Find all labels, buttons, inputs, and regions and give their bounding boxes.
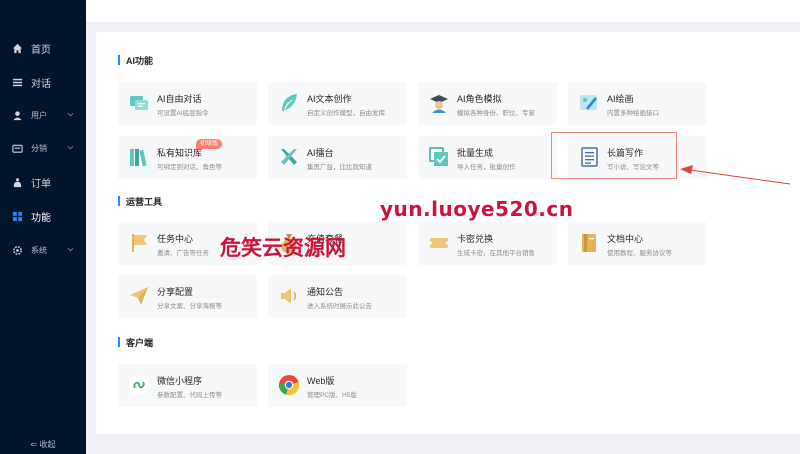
apps-icon	[11, 210, 23, 222]
sidebar-item-label: 用户	[31, 110, 47, 120]
version-badge: 初级版	[196, 139, 223, 149]
card-desc: 可设置AI底层指令	[157, 110, 209, 117]
card-ai-writing[interactable]: AI文本创作 自定义创作模型，自由发挥	[268, 82, 407, 125]
card-desc: 生成卡密，在其他平台销售	[457, 250, 535, 257]
card-web-version[interactable]: Web版 管理PC版、H5版	[268, 364, 407, 407]
graduate-icon	[430, 95, 448, 113]
browser-icon	[278, 375, 299, 396]
user-icon	[11, 109, 23, 121]
paint-icon	[580, 95, 597, 110]
sidebar-item-label: 系统	[31, 245, 47, 255]
section-accent-bar	[118, 196, 120, 206]
watermark-text: 危笑云资源网	[220, 236, 346, 260]
card-desc: 使用教程、服务协议等	[607, 250, 672, 257]
card-title: 任务中心	[157, 234, 194, 244]
home-icon	[11, 42, 23, 54]
sidebar-item-label: 首页	[31, 44, 51, 56]
chevron-down-icon	[67, 247, 74, 252]
card-title: AI角色模拟	[457, 94, 502, 104]
section-accent-bar	[118, 55, 120, 65]
main-panel: AI功能 AI自由对话 可设置AI底层指令 AI文本创作 自定义创作模型，自由发…	[96, 32, 800, 434]
highlight-box	[551, 132, 677, 179]
card-desc: 模拟各种身份、职位、专家	[457, 110, 535, 117]
card-title: 分享配置	[157, 287, 194, 297]
section-title-text: AI功能	[126, 55, 154, 66]
section-title-text: 运营工具	[126, 196, 163, 207]
card-knowledge-base[interactable]: 私有知识库 可绑定到对话、角色等 初级版	[118, 136, 257, 179]
sidebar-item-label: 功能	[31, 212, 51, 224]
card-desc: 内置多种绘画接口	[607, 110, 659, 117]
sidebar-item-orders[interactable]: 订单	[0, 167, 86, 197]
flag-icon	[132, 234, 147, 252]
books-icon	[130, 149, 147, 167]
section-title-clients: 客户端	[118, 336, 153, 348]
card-doc-center[interactable]: 文档中心 使用教程、服务协议等	[568, 222, 707, 265]
sidebar-item-features[interactable]: 功能	[0, 201, 86, 231]
card-announcement[interactable]: 通知公告 进入系统时展示此公告	[268, 275, 407, 318]
card-title: 批量生成	[457, 148, 494, 158]
watermark-url: yun.luoye520.cn	[380, 197, 574, 221]
card-desc: 自定义创作模型，自由发挥	[307, 110, 385, 117]
sidebar-item-distribution[interactable]: 分销	[0, 133, 86, 163]
card-desc: 进入系统时展示此公告	[307, 303, 372, 310]
card-desc: 邀请、广告等任务	[157, 250, 209, 257]
sidebar-item-users[interactable]: 用户	[0, 100, 86, 130]
crossed-swords-icon	[281, 149, 297, 165]
card-desc: 分享文案、分享海报等	[157, 303, 222, 310]
gear-icon	[11, 244, 23, 256]
sidebar-item-system[interactable]: 系统	[0, 235, 86, 265]
section-accent-bar	[118, 337, 120, 347]
feather-icon	[282, 94, 297, 111]
card-title: 卡密兑换	[457, 234, 494, 244]
card-ai-role[interactable]: AI角色模拟 模拟各种身份、职位、专家	[418, 82, 557, 125]
collapse-sidebar-button[interactable]: ⇐ 收起	[0, 439, 86, 450]
card-desc: 集思广益，比比就知道	[307, 164, 372, 171]
card-redeem-code[interactable]: 卡密兑换 生成卡密，在其他平台销售	[418, 222, 557, 265]
bag-icon	[11, 176, 23, 188]
batch-check-icon	[429, 147, 448, 166]
sidebar-item-label: 对话	[31, 78, 51, 90]
card-title: AI绘画	[607, 94, 634, 104]
sidebar-item-label: 订单	[31, 178, 51, 190]
sidebar-item-label: 分销	[31, 143, 47, 153]
ticket-icon	[428, 238, 450, 248]
card-title: AI自由对话	[157, 94, 202, 104]
wallet-icon	[11, 142, 23, 154]
card-desc: 管理PC版、H5版	[307, 392, 357, 399]
chevron-down-icon	[67, 145, 74, 150]
section-title-operations: 运营工具	[118, 195, 162, 207]
chat-bubble-icon	[130, 96, 148, 110]
sidebar-item-home[interactable]: 首页	[0, 33, 86, 63]
card-desc: 可绑定到对话、角色等	[157, 164, 222, 171]
section-title-text: 客户端	[126, 337, 154, 348]
card-title: 微信小程序	[157, 376, 203, 386]
miniprogram-icon	[129, 375, 149, 395]
card-title: 通知公告	[307, 287, 344, 297]
section-title-ai: AI功能	[118, 54, 153, 66]
sidebar-item-chat[interactable]: 对话	[0, 67, 86, 97]
list-icon	[11, 76, 23, 88]
speaker-icon	[281, 288, 297, 304]
book-icon	[582, 234, 596, 252]
card-title: 文档中心	[607, 234, 644, 244]
card-ai-chat[interactable]: AI自由对话 可设置AI底层指令	[118, 82, 257, 125]
card-desc: 参数配置、代码上传等	[157, 392, 222, 399]
card-title: AI擂台	[307, 148, 334, 158]
card-wechat-miniprogram[interactable]: 微信小程序 参数配置、代码上传等	[118, 364, 257, 407]
sidebar: 首页 对话 用户 分销 订单 功能 系统 ⇐ 收起	[0, 0, 86, 454]
card-share-config[interactable]: 分享配置 分享文案、分享海报等	[118, 275, 257, 318]
top-bar	[86, 0, 800, 22]
card-ai-drawing[interactable]: AI绘画 内置多种绘画接口	[568, 82, 707, 125]
card-title: Web版	[307, 376, 335, 386]
card-desc: 导入任务，批量创作	[457, 164, 516, 171]
chevron-down-icon	[67, 112, 74, 117]
paper-plane-icon	[130, 287, 148, 305]
card-batch-generate[interactable]: 批量生成 导入任务，批量创作	[418, 136, 557, 179]
card-title: AI文本创作	[307, 94, 352, 104]
card-ai-arena[interactable]: AI擂台 集思广益，比比就知道	[268, 136, 407, 179]
